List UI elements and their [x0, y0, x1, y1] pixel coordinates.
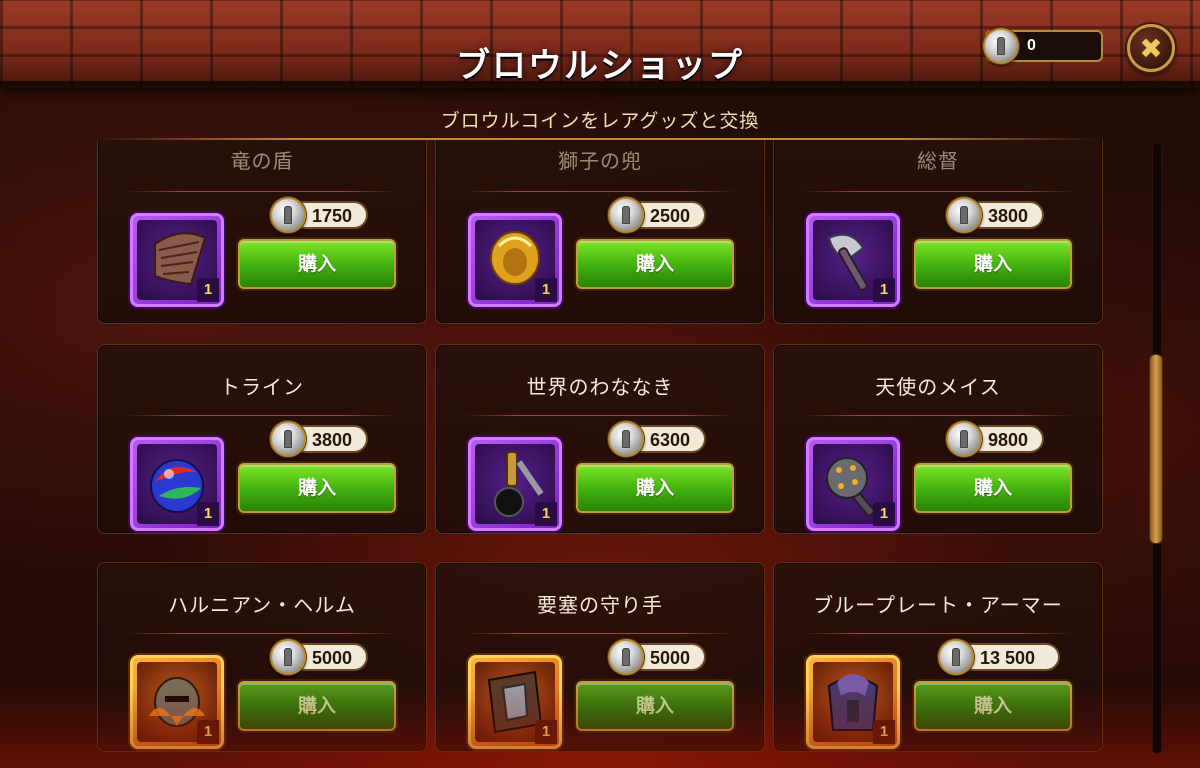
brawl-coin-icon — [608, 421, 644, 457]
buy-button[interactable]: 購入 — [914, 239, 1072, 289]
close-button[interactable]: ✖ — [1127, 24, 1175, 72]
item-quantity: 1 — [873, 278, 895, 302]
price-amount: 3800 — [312, 430, 353, 450]
buy-button[interactable]: 購入 — [238, 681, 396, 731]
shop-item-card: 天使のメイス 1 9800 購入 — [773, 344, 1103, 534]
item-quantity: 1 — [197, 720, 219, 744]
price-tag: 3800 — [270, 421, 368, 457]
brawl-coin-icon — [270, 197, 306, 233]
item-name: ハルニアン・ヘルム — [168, 593, 356, 617]
item-quantity: 1 — [197, 278, 219, 302]
price-tag: 1750 — [270, 197, 368, 233]
brawl-coin-icon — [946, 421, 982, 457]
item-name: 獅子の兜 — [558, 149, 642, 173]
buy-button[interactable]: 購入 — [914, 681, 1072, 731]
price-amount: 6300 — [650, 430, 691, 450]
item-quantity: 1 — [535, 278, 557, 302]
item-name: 総督 — [917, 149, 959, 173]
currency-amount: 0 — [1027, 37, 1036, 54]
currency-counter: 0 — [983, 28, 1103, 64]
item-name: 世界のわななき — [526, 375, 674, 399]
item-slot[interactable]: 1 — [806, 437, 900, 531]
item-grid[interactable]: 竜の盾 1 1750 購入 獅子の兜 1 2500 購入 総督 1 3800 購… — [97, 140, 1103, 768]
card-divider — [802, 191, 1074, 192]
shop-item-card: 獅子の兜 1 2500 購入 — [435, 140, 765, 324]
buy-button[interactable]: 購入 — [576, 463, 734, 513]
price-amount: 3800 — [988, 206, 1029, 226]
brawl-coin-icon — [608, 639, 644, 675]
item-slot[interactable]: 1 — [468, 655, 562, 749]
item-name: ブループレート・アーマー — [813, 593, 1063, 617]
brawl-coin-icon — [938, 639, 974, 675]
card-divider — [126, 415, 398, 416]
card-divider — [464, 191, 736, 192]
price-tag: 5000 — [270, 639, 368, 675]
price-tag: 9800 — [946, 421, 1044, 457]
item-slot[interactable]: 1 — [468, 437, 562, 531]
item-quantity: 1 — [535, 720, 557, 744]
price-tag: 3800 — [946, 197, 1044, 233]
buy-button[interactable]: 購入 — [238, 463, 396, 513]
card-divider — [126, 191, 398, 192]
buy-button[interactable]: 購入 — [238, 239, 396, 289]
item-name: トライン — [220, 375, 304, 399]
scrollbar-thumb[interactable] — [1149, 354, 1163, 544]
price-amount: 2500 — [650, 206, 691, 226]
card-divider — [464, 633, 736, 634]
item-slot[interactable]: 1 — [806, 655, 900, 749]
shop-item-card: 総督 1 3800 購入 — [773, 140, 1103, 324]
price-amount: 9800 — [988, 430, 1029, 450]
price-tag: 2500 — [608, 197, 706, 233]
item-quantity: 1 — [535, 502, 557, 526]
price-amount: 1750 — [312, 206, 353, 226]
price-tag: 6300 — [608, 421, 706, 457]
item-quantity: 1 — [873, 720, 895, 744]
item-quantity: 1 — [873, 502, 895, 526]
item-name: 竜の盾 — [230, 149, 294, 173]
brawl-coin-icon — [946, 197, 982, 233]
item-slot[interactable]: 1 — [806, 213, 900, 307]
item-name: 要塞の守り手 — [537, 593, 663, 617]
shop-item-card: ハルニアン・ヘルム 1 5000 購入 — [97, 562, 427, 752]
shop-subtitle: ブロウルコインをレアグッズと交換 — [440, 110, 760, 132]
card-divider — [126, 633, 398, 634]
brawl-coin-icon — [270, 421, 306, 457]
shop-item-card: ブループレート・アーマー 1 13 500 購入 — [773, 562, 1103, 752]
price-tag: 13 500 — [938, 639, 1060, 675]
item-slot[interactable]: 1 — [130, 655, 224, 749]
buy-button[interactable]: 購入 — [914, 463, 1072, 513]
shop-item-card: 世界のわななき 1 6300 購入 — [435, 344, 765, 534]
price-tag: 5000 — [608, 639, 706, 675]
brawl-coin-icon — [270, 639, 306, 675]
brawl-coin-icon — [983, 28, 1019, 64]
item-quantity: 1 — [197, 502, 219, 526]
buy-button[interactable]: 購入 — [576, 239, 734, 289]
buy-button[interactable]: 購入 — [576, 681, 734, 731]
shop-item-card: トライン 1 3800 購入 — [97, 344, 427, 534]
item-name: 天使のメイス — [875, 375, 1001, 399]
shop-item-card: 要塞の守り手 1 5000 購入 — [435, 562, 765, 752]
price-amount: 13 500 — [980, 648, 1036, 668]
brawl-coin-icon — [608, 197, 644, 233]
shop-item-card: 竜の盾 1 1750 購入 — [97, 140, 427, 324]
card-divider — [802, 633, 1074, 634]
item-slot[interactable]: 1 — [468, 213, 562, 307]
price-amount: 5000 — [312, 648, 353, 668]
item-slot[interactable]: 1 — [130, 437, 224, 531]
item-slot[interactable]: 1 — [130, 213, 224, 307]
card-divider — [464, 415, 736, 416]
card-divider — [802, 415, 1074, 416]
close-icon: ✖ — [1139, 31, 1163, 65]
price-amount: 5000 — [650, 648, 691, 668]
